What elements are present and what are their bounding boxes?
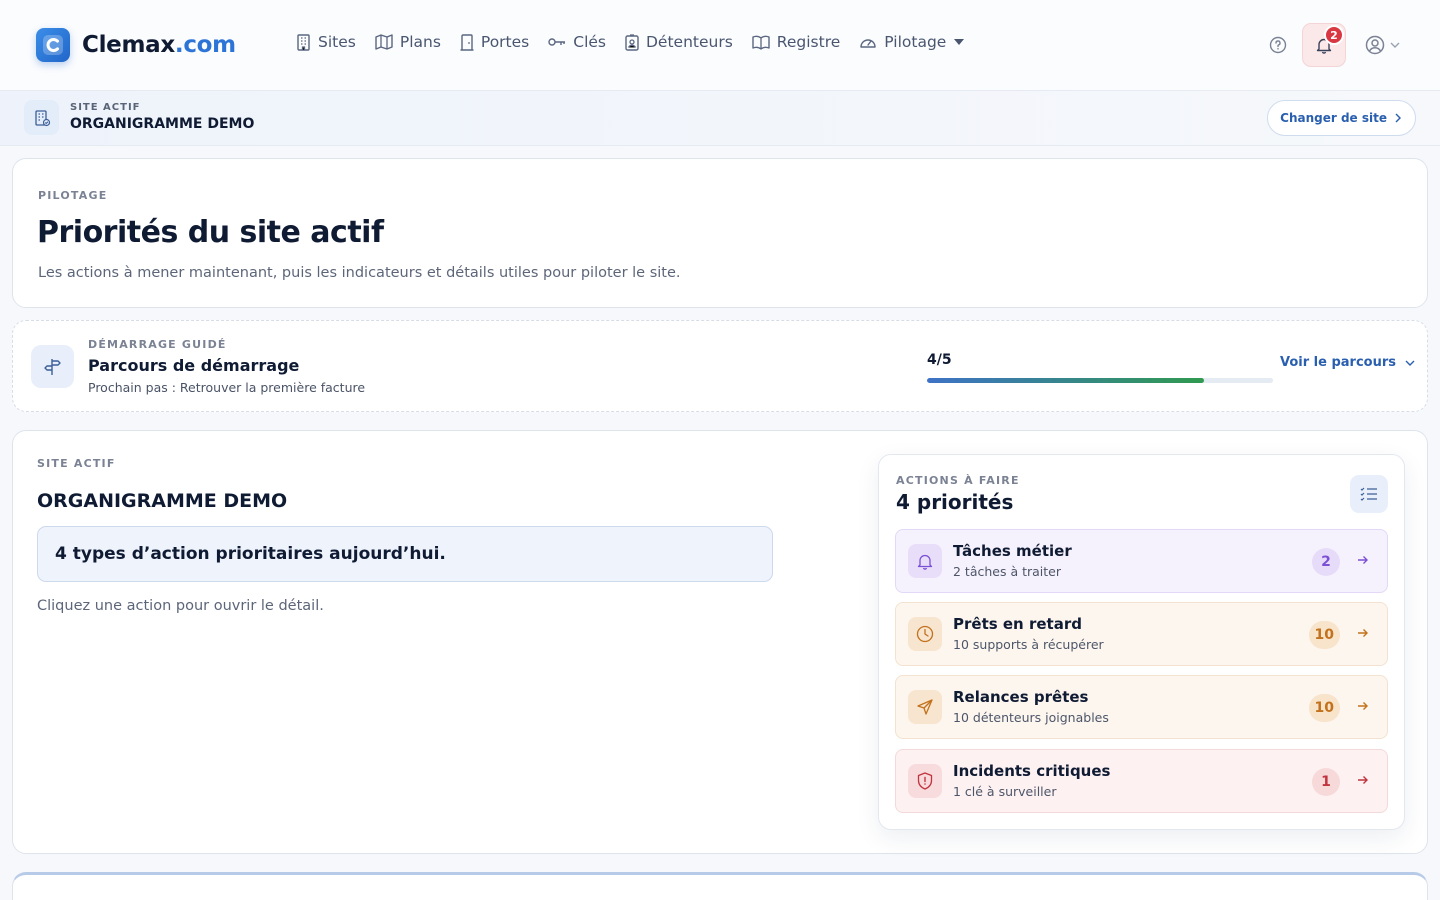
brand-logo[interactable]: Clemax.com [36,28,236,62]
nav-label: Détenteurs [646,33,733,51]
nav-label: Sites [318,33,356,51]
priorities-callout: 4 types d’action prioritaires aujourd’hu… [37,526,773,582]
site-building-icon [24,100,59,135]
change-site-label: Changer de site [1280,111,1387,125]
building-icon [297,33,310,51]
next-section-card [12,872,1428,900]
main-eyebrow: SITE ACTIF [37,457,116,470]
page-subtitle: Les actions à mener maintenant, puis les… [38,265,681,281]
site-bar-name: ORGANIGRAMME DEMO [70,116,255,132]
actions-title: 4 priorités [896,490,1014,514]
nav-label: Registre [776,33,841,51]
action-description: 2 tâches à traiter [953,564,1061,579]
notifications-button[interactable]: 2 [1302,23,1346,67]
action-name: Prêts en retard [953,615,1082,633]
onboarding-title: Parcours de démarrage [88,356,300,375]
page-eyebrow: PILOTAGE [38,189,108,202]
list-check-icon [1360,487,1377,501]
arrow-right-icon [1358,776,1368,784]
main-nav: Sites Plans Portes Clés Détenteurs Regis… [296,33,983,51]
nav-item-plans[interactable]: Plans [375,33,441,51]
arrow-right-icon [1358,629,1368,637]
onboarding-eyebrow: DÉMARRAGE GUIDÉ [88,338,227,351]
list-view-button[interactable] [1350,475,1388,513]
chevron-down-icon [1390,42,1400,48]
onboarding-progress-bar [927,378,1273,383]
nav-label: Plans [399,33,441,51]
nav-item-portes[interactable]: Portes [460,33,529,51]
active-site-priorities-card: SITE ACTIF ORGANIGRAMME DEMO 4 types d’a… [12,430,1428,854]
action-description: 10 détenteurs joignables [953,710,1109,725]
action-name: Relances prêtes [953,688,1089,706]
onboarding-next-step: Prochain pas : Retrouver la première fac… [88,380,366,395]
gauge-icon [860,39,876,48]
action-description: 1 clé à surveiller [953,784,1057,799]
guided-onboarding-card: DÉMARRAGE GUIDÉ Parcours de démarrage Pr… [12,320,1428,412]
page-header-card: PILOTAGE Priorités du site actif Les act… [12,158,1428,308]
nav-item-cles[interactable]: Clés [548,33,606,51]
nav-label: Pilotage [884,33,947,51]
action-row-relances-pretes[interactable]: Relances prêtes 10 détenteurs joignables… [895,675,1388,739]
chevron-right-icon [1395,113,1401,123]
nav-item-sites[interactable]: Sites [296,33,356,51]
map-icon [375,34,393,50]
logo-mark-icon [36,28,70,62]
header-actions: 2 [1269,23,1400,67]
clock-icon [908,617,942,651]
active-site-bar: SITE ACTIF ORGANIGRAMME DEMO Changer de … [0,91,1440,146]
help-icon[interactable] [1269,36,1287,54]
user-menu[interactable] [1365,35,1400,55]
onboarding-progress-fill [927,378,1204,383]
door-icon [460,33,474,51]
brand-name: Clemax.com [82,32,236,58]
signpost-icon [31,345,74,388]
action-name: Incidents critiques [953,762,1111,780]
action-count-badge: 10 [1308,694,1340,722]
nav-label: Portes [480,33,530,51]
user-icon [1365,35,1385,55]
book-icon [752,35,770,50]
priorities-hint: Cliquez une action pour ouvrir le détail… [37,598,324,614]
arrow-right-icon [1358,702,1368,710]
view-onboarding-link[interactable]: Voir le parcours [1280,355,1415,370]
shield-alert-icon [908,764,942,798]
bell-icon [908,544,942,578]
action-count-badge: 10 [1308,621,1340,649]
arrow-right-icon [1358,556,1368,564]
actions-panel: ACTIONS À FAIRE 4 priorités Tâches métie… [878,454,1405,830]
brand-name-accent: .com [174,32,236,58]
badge-icon [625,33,639,51]
send-icon [908,690,942,724]
nav-label: Clés [573,33,606,51]
key-icon [548,38,566,46]
action-row-taches-metier[interactable]: Tâches métier 2 tâches à traiter 2 [895,529,1388,593]
chevron-down-icon [1405,360,1415,366]
caret-down-icon [954,39,965,45]
nav-item-registre[interactable]: Registre [752,33,840,51]
top-navigation: Clemax.com Sites Plans Portes Clés Déten… [0,0,1440,91]
nav-item-detenteurs[interactable]: Détenteurs [625,33,733,51]
onboarding-progress-label: 4/5 [927,352,952,368]
site-bar-label: SITE ACTIF [70,102,141,113]
brand-name-main: Clemax [82,32,175,58]
action-count-badge: 2 [1312,548,1340,576]
action-description: 10 supports à récupérer [953,637,1104,652]
action-count-badge: 1 [1312,768,1340,796]
notifications-count-badge: 2 [1324,25,1344,45]
main-site-name: ORGANIGRAMME DEMO [37,490,288,512]
action-row-incidents-critiques[interactable]: Incidents critiques 1 clé à surveiller 1 [895,749,1388,813]
page-title: Priorités du site actif [37,215,384,250]
nav-item-pilotage[interactable]: Pilotage [859,33,965,51]
action-name: Tâches métier [953,542,1072,560]
action-row-prets-en-retard[interactable]: Prêts en retard 10 supports à récupérer … [895,602,1388,666]
actions-eyebrow: ACTIONS À FAIRE [896,474,1020,487]
change-site-button[interactable]: Changer de site [1267,100,1416,136]
view-onboarding-label: Voir le parcours [1279,355,1396,370]
